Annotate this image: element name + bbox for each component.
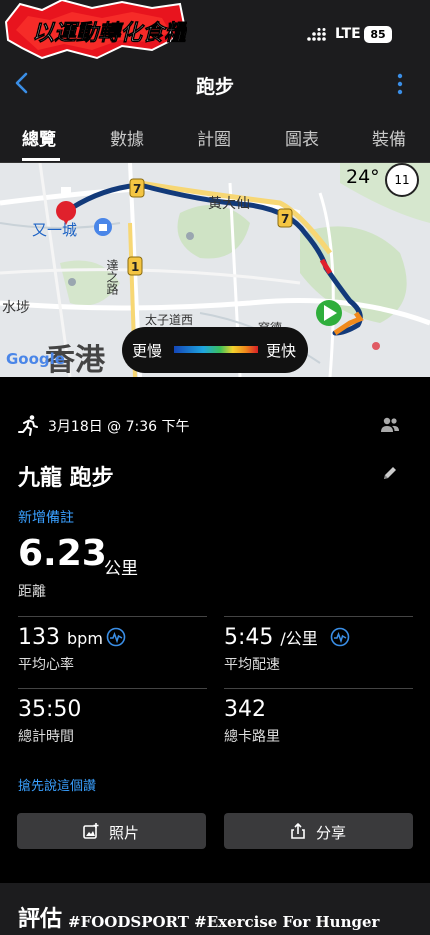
map-label-prince-edward-rd: 太子道西 [145,313,194,327]
activity-title: 九龍 跑步 [18,466,114,491]
assessment-section: 評估 #FOODSPORT #Exercise For Hunger [0,883,430,935]
status-bar: 以運動轉化食糧！ LTE 85 [0,0,430,60]
map-label-festival-walk: 又一城 [32,221,78,239]
pace-gradient-bar [174,346,258,353]
runner-icon [18,415,38,436]
avg-pace-label: 平均配速 [224,657,280,673]
distance-unit: 公里 [104,559,138,579]
battery-level: 85 [364,26,392,43]
activity-date: 3月18日 @ 7:36 下午 [48,419,190,435]
route-marker-1: 1 [131,260,139,274]
tab-overview[interactable]: 總覽 [22,125,56,150]
divider [224,616,413,617]
legend-slow-label: 更慢 [132,342,163,360]
active-tab-indicator [22,158,60,161]
pace-legend: 更慢 更快 [122,327,308,373]
heart-rate-graph-icon[interactable] [106,627,126,647]
pace-unit: /公里 [280,629,318,648]
heart-rate-unit: bpm [67,629,103,648]
divider [18,688,207,689]
map-label-sham-shui-po: 水埗 [2,300,30,316]
map-label-tat-chee-ave: 達之路 [105,259,119,295]
share-label: 分享 [316,824,347,842]
avg-heart-rate-label: 平均心率 [18,657,74,673]
avg-pace-value: 5:45 /公里 [224,625,318,650]
tab-gear[interactable]: 裝備 [372,125,406,150]
activity-date-row: 3月18日 @ 7:36 下午 [18,412,418,438]
pencil-icon[interactable] [382,465,398,481]
weather-temperature: 24° [346,166,380,188]
more-vertical-icon[interactable] [392,70,408,98]
navigation-bar: 跑步 [0,60,430,108]
add-photo-icon [83,823,99,839]
hashtag-watermark: #FOODSPORT #Exercise For Hunger [68,913,380,931]
pace-graph-icon[interactable] [330,627,350,647]
wind-speed-indicator: 11 [385,163,419,197]
avg-heart-rate-value: 133 bpm [18,625,103,650]
total-time-value: 35:50 [18,697,82,722]
divider [224,688,413,689]
divider [18,616,207,617]
tab-laps[interactable]: 計圈 [197,125,231,150]
map-label-wong-tai-sin: 黃大仙 [208,196,250,212]
add-photos-label: 照片 [109,824,140,842]
heart-rate-number: 133 [18,625,60,650]
total-calories-value: 342 [224,697,266,722]
google-logo: Google [6,350,65,368]
total-calories-label: 總卡路里 [224,729,280,745]
brand-text: 以運動轉化食糧！ [32,20,187,46]
add-note-link[interactable]: 新增備註 [18,507,74,527]
distance-label: 距離 [18,584,46,600]
route-marker-7a: 7 [133,182,141,196]
tab-charts[interactable]: 圖表 [285,125,319,150]
network-type: LTE [335,26,361,42]
distance-value: 6.23 [18,533,107,574]
total-time-label: 總計時間 [18,729,74,745]
legend-fast-label: 更快 [266,342,297,360]
add-photos-button[interactable]: 照片 [17,813,206,849]
tab-data[interactable]: 數據 [110,125,144,150]
first-like-link[interactable]: 搶先說這個讚 [18,775,96,794]
route-marker-7b: 7 [281,212,289,226]
assessment-title: 評估 [18,907,63,932]
share-icon [291,823,305,839]
people-icon[interactable] [380,416,400,434]
tab-bar: 總覽 數據 計圈 圖表 裝備 [0,108,430,163]
pace-number: 5:45 [224,625,274,650]
signal-icon [307,28,326,41]
share-button[interactable]: 分享 [224,813,413,849]
page-title: 跑步 [195,76,234,98]
brand-logo: 以運動轉化食糧！ [4,0,187,60]
